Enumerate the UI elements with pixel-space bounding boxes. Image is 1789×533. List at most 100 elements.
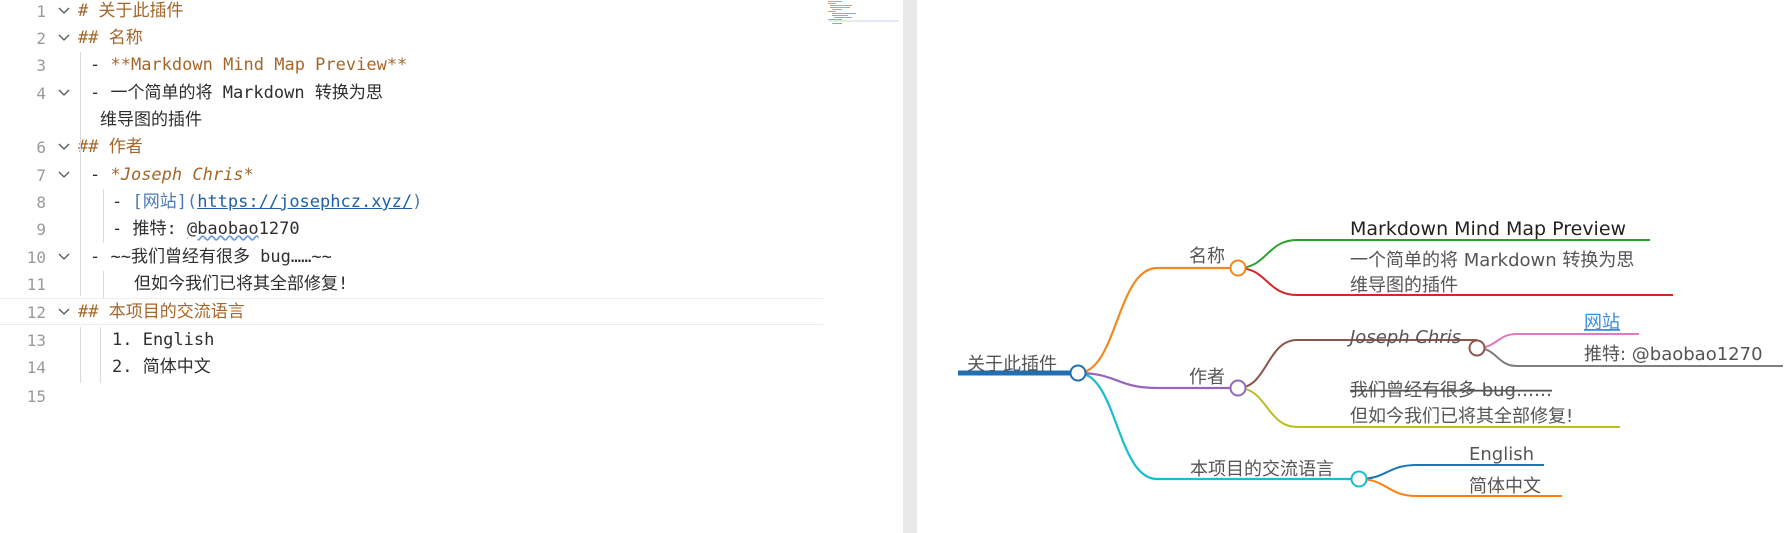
line-number: 4 bbox=[36, 84, 46, 103]
editor-line-7[interactable]: 7 - *Joseph Chris* bbox=[0, 162, 900, 189]
minimap[interactable] bbox=[826, 0, 896, 30]
code-token: - 推特: bbox=[112, 219, 187, 239]
editor-line-2[interactable]: 2 ## 名称 bbox=[0, 25, 900, 52]
author-branch-label[interactable]: 作者 bbox=[1189, 367, 1225, 388]
author-name-label[interactable]: Joseph Chris bbox=[1347, 327, 1461, 348]
code-text: - 推特: @baobao1270 bbox=[112, 216, 300, 243]
code-text: ## 名称 bbox=[78, 25, 143, 52]
lang-chinese-label[interactable]: 简体中文 bbox=[1469, 476, 1541, 497]
bugs-fixed-label[interactable]: 但如今我们已将其全部修复! bbox=[1350, 406, 1573, 427]
bugs-strikethrough-label[interactable]: 我们曾经有很多 bug…… bbox=[1350, 380, 1552, 401]
fold-chevron-icon[interactable] bbox=[58, 299, 72, 326]
code-token: - bbox=[90, 55, 111, 75]
line-number: 7 bbox=[36, 166, 46, 185]
editor-line-15[interactable]: 15 bbox=[0, 383, 900, 410]
indent-guide bbox=[80, 327, 81, 383]
code-text: 但如今我们已将其全部修复! bbox=[134, 271, 348, 298]
line-number: 11 bbox=[26, 275, 46, 294]
line-number: 13 bbox=[26, 331, 46, 350]
code-token: - bbox=[90, 165, 111, 185]
edge-root-name bbox=[1077, 266, 1238, 375]
lang-node-circle[interactable] bbox=[1350, 470, 1368, 488]
editor-line-11[interactable]: 11 但如今我们已将其全部修复! bbox=[0, 271, 900, 298]
editor-line-12-current[interactable]: 12 ## 本项目的交流语言 bbox=[0, 298, 823, 325]
line-number: 8 bbox=[36, 193, 46, 212]
fold-chevron-icon[interactable] bbox=[58, 244, 72, 271]
editor-line-9[interactable]: 9 - 推特: @baobao1270 bbox=[0, 216, 900, 243]
name-desc-line-2[interactable]: 维导图的插件 bbox=[1350, 275, 1458, 296]
mindmap-preview-pane[interactable]: 关于此插件 名称 Markdown Mind Map Preview 一个简单的… bbox=[917, 0, 1789, 533]
author-node-circle[interactable] bbox=[1229, 379, 1247, 397]
name-node-circle[interactable] bbox=[1229, 259, 1247, 277]
code-token: ## 本项目的交流语言 bbox=[78, 302, 245, 322]
code-text[interactable]: - [网站](https://josephcz.xyz/) bbox=[112, 189, 422, 216]
fold-chevron-icon[interactable] bbox=[58, 0, 72, 25]
indent-guide bbox=[80, 52, 81, 296]
code-text: - ~~我们曾经有很多 bug……~~ bbox=[90, 244, 332, 271]
fold-chevron-icon[interactable] bbox=[58, 134, 72, 161]
editor-line-3[interactable]: 3 - **Markdown Mind Map Preview** bbox=[0, 52, 900, 79]
code-text: ## 作者 bbox=[78, 134, 143, 161]
lang-branch-label[interactable]: 本项目的交流语言 bbox=[1190, 459, 1334, 480]
code-text: - **Markdown Mind Map Preview** bbox=[90, 52, 407, 79]
code-token: ) bbox=[412, 192, 423, 212]
code-token: 但如今我们已将其全部修复! bbox=[134, 274, 349, 294]
editor-line-14[interactable]: 14 2. 简体中文 bbox=[0, 354, 900, 381]
line-number: 9 bbox=[36, 220, 46, 239]
code-token: 2. 简体中文 bbox=[112, 357, 211, 377]
author-twitter-label[interactable]: 推特: @baobao1270 bbox=[1584, 344, 1763, 365]
line-number: 12 bbox=[26, 303, 46, 322]
fold-chevron-icon[interactable] bbox=[58, 162, 72, 189]
code-url-link[interactable]: https://josephcz.xyz/ bbox=[197, 192, 412, 212]
code-token: - ~~我们曾经有很多 bug……~~ bbox=[90, 247, 332, 267]
editor-line-6[interactable]: 6 ## 作者 bbox=[0, 134, 900, 161]
line-number: 2 bbox=[36, 29, 46, 48]
code-text: - 一个简单的将 Markdown 转换为思 bbox=[90, 80, 383, 107]
root-label[interactable]: 关于此插件 bbox=[967, 354, 1057, 375]
line-number: 10 bbox=[26, 248, 46, 267]
code-text: - *Joseph Chris* bbox=[90, 162, 254, 189]
line-number: 15 bbox=[26, 387, 46, 406]
code-token: 1270 bbox=[258, 219, 300, 239]
editor-line-4-wrap[interactable]: 维导图的插件 bbox=[0, 107, 900, 134]
editor-pane[interactable]: 1 # 关于此插件 2 ## 名称 3 - **Markdown Mind Ma… bbox=[0, 0, 903, 533]
code-text: ## 本项目的交流语言 bbox=[78, 299, 245, 326]
code-text: 维导图的插件 bbox=[100, 107, 202, 134]
editor-line-1[interactable]: 1 # 关于此插件 bbox=[0, 0, 900, 25]
indent-guide bbox=[103, 189, 104, 243]
author-name-node-circle[interactable] bbox=[1468, 339, 1486, 357]
code-token: @baobao bbox=[186, 219, 259, 239]
lang-english-label[interactable]: English bbox=[1469, 444, 1534, 465]
code-token: - 一个简单的将 Markdown 转换为思 bbox=[90, 83, 383, 103]
minimap-viewport[interactable] bbox=[829, 20, 899, 22]
line-number: 1 bbox=[36, 2, 46, 21]
code-text: # 关于此插件 bbox=[78, 0, 183, 25]
line-number: 3 bbox=[36, 56, 46, 75]
code-token: **Markdown Mind Map Preview** bbox=[110, 55, 408, 75]
indent-guide bbox=[100, 327, 101, 383]
code-text: 2. 简体中文 bbox=[112, 354, 211, 381]
editor-line-8[interactable]: 8 - [网站](https://josephcz.xyz/) bbox=[0, 189, 900, 216]
fold-chevron-icon[interactable] bbox=[58, 25, 72, 52]
indent-guide bbox=[103, 271, 104, 298]
line-number: 14 bbox=[26, 358, 46, 377]
name-title-label[interactable]: Markdown Mind Map Preview bbox=[1350, 218, 1626, 240]
editor-line-10[interactable]: 10 - ~~我们曾经有很多 bug……~~ bbox=[0, 244, 900, 271]
code-token: ## 名称 bbox=[78, 28, 143, 48]
code-token: # 关于此插件 bbox=[78, 1, 184, 21]
code-token: - bbox=[112, 192, 133, 212]
code-token: 1. English bbox=[112, 330, 215, 350]
code-token: 维导图的插件 bbox=[100, 110, 202, 130]
editor-line-13[interactable]: 13 1. English bbox=[0, 327, 900, 354]
line-number: 6 bbox=[36, 138, 46, 157]
pane-splitter[interactable] bbox=[903, 0, 917, 533]
name-desc-line-1[interactable]: 一个简单的将 Markdown 转换为思 bbox=[1350, 250, 1634, 271]
editor-line-4[interactable]: 4 - 一个简单的将 Markdown 转换为思 bbox=[0, 80, 900, 107]
code-token: [网站]( bbox=[132, 192, 198, 212]
author-site-link[interactable]: 网站 bbox=[1584, 312, 1620, 333]
code-text: 1. English bbox=[112, 327, 214, 354]
name-branch-label[interactable]: 名称 bbox=[1189, 246, 1225, 267]
fold-chevron-icon[interactable] bbox=[58, 80, 72, 107]
code-token: *Joseph Chris* bbox=[110, 165, 254, 185]
root-node-circle[interactable] bbox=[1069, 364, 1087, 382]
